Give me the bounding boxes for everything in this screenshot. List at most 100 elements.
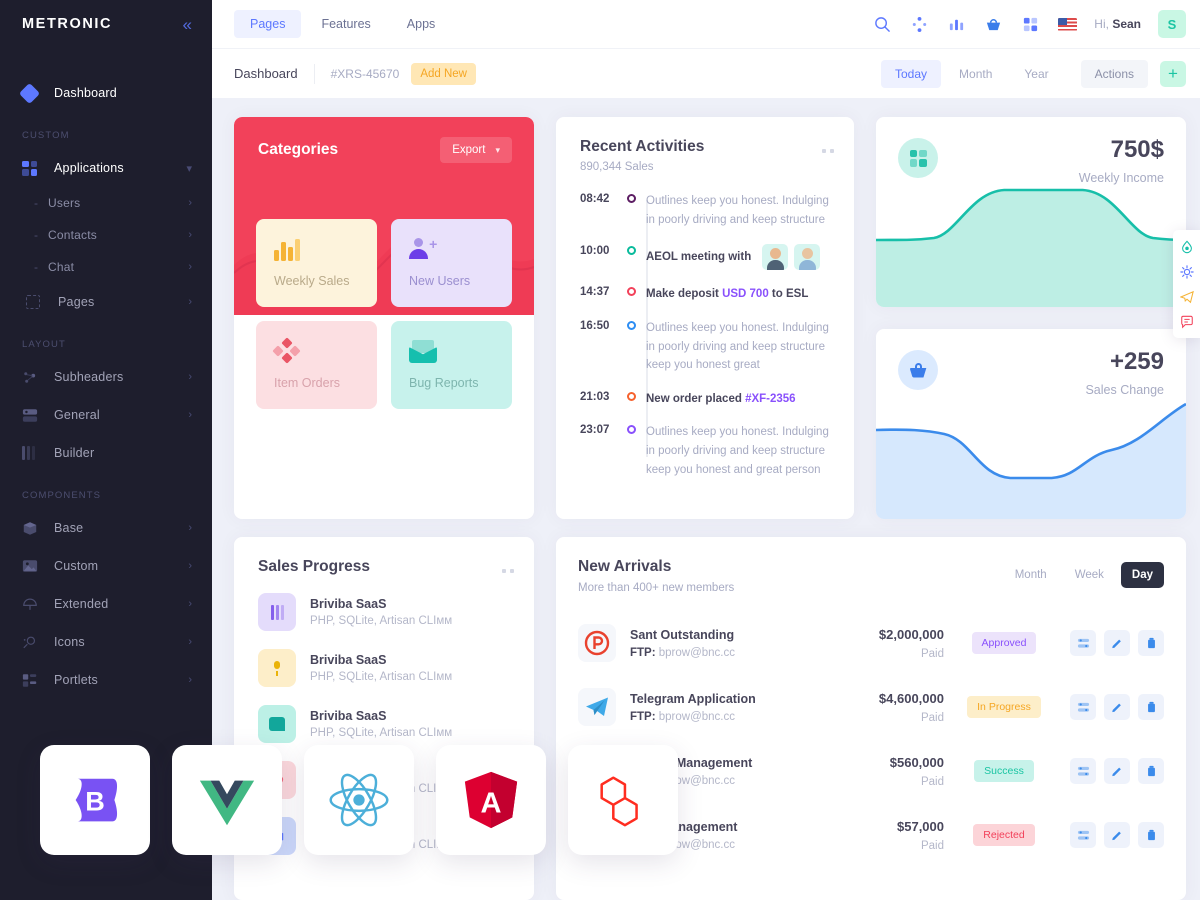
new-arrivals-title: New Arrivals [578, 558, 672, 575]
timeline-time: 16:50 [580, 319, 610, 332]
list-item[interactable]: Briviba SaaS PHP, SQLite, Artisan CLIмм [258, 649, 514, 687]
edit-icon[interactable] [1104, 630, 1130, 656]
status-badge: In Progress [967, 696, 1041, 718]
range-today[interactable]: Today [881, 59, 942, 88]
chevron-right-icon: › [188, 261, 192, 273]
range-day[interactable]: Day [1120, 562, 1164, 588]
sidebar-item-contacts[interactable]: - Contacts › [0, 219, 212, 251]
tile-bug-reports[interactable]: Bug Reports [391, 321, 512, 409]
bar-chart-icon[interactable] [946, 14, 966, 34]
range-month[interactable]: Month [1004, 562, 1058, 588]
dots-icon[interactable] [502, 569, 514, 576]
timeline-text: Outlines keep you honest. Indulging in p… [646, 195, 829, 226]
bootstrap-logo[interactable]: B [40, 745, 150, 855]
row-amount: $2,000,000 Paid [826, 627, 944, 660]
sidebar-item-dashboard[interactable]: Dashboard [0, 74, 212, 112]
range-month[interactable]: Month [945, 60, 1006, 88]
export-button[interactable]: Export ▾ [440, 137, 512, 163]
sidebar-item-general[interactable]: General › [0, 396, 212, 434]
droplet-icon[interactable] [1173, 234, 1200, 259]
amount-value: $57,000 [897, 818, 944, 834]
range-year[interactable]: Year [1010, 60, 1062, 88]
row-amount: $560,000 Paid [826, 755, 944, 788]
plus-icon[interactable]: + [1160, 60, 1186, 87]
user-name: Sean [1112, 17, 1141, 31]
dots-icon[interactable] [822, 149, 834, 173]
avatar-male [762, 244, 789, 271]
sidebar-item-builder[interactable]: Builder [0, 434, 212, 472]
tile-new-users[interactable]: + New Users [391, 219, 512, 307]
sales-change-card: +259 Sales Change [876, 329, 1186, 519]
laravel-logo[interactable] [568, 745, 678, 855]
tile-label: Bug Reports [409, 376, 479, 390]
sidebar-collapse-icon[interactable]: « [183, 16, 192, 33]
timeline-avatars [762, 244, 821, 271]
timeline-text: Make deposit USD 700 to ESL [646, 285, 834, 304]
edit-icon[interactable] [1104, 758, 1130, 784]
timeline-link[interactable]: USD 700 [722, 288, 769, 300]
categories-tiles: Weekly Sales + New Users Item Orders Bug… [234, 219, 534, 409]
list-item[interactable]: Briviba SaaS PHP, SQLite, Artisan CLIмм [258, 593, 514, 631]
edit-icon[interactable] [1104, 694, 1130, 720]
settings-icon[interactable] [1070, 822, 1096, 848]
settings-icon[interactable] [1070, 694, 1096, 720]
react-logo[interactable] [304, 745, 414, 855]
sidebar-item-icons[interactable]: Icons › [0, 623, 212, 661]
delete-icon[interactable] [1138, 758, 1164, 784]
actions-button[interactable]: Actions [1080, 59, 1148, 88]
new-arrivals-range-tabs: Month Week Day [1004, 558, 1164, 588]
tab-features[interactable]: Features [305, 10, 386, 38]
sidebar-menu: Dashboard CUSTOM Applications ▾ - Users … [0, 48, 212, 699]
tile-item-orders[interactable]: Item Orders [256, 321, 377, 409]
range-week[interactable]: Week [1064, 562, 1115, 588]
sidebar-item-applications[interactable]: Applications ▾ [0, 149, 212, 187]
us-flag-icon[interactable] [1057, 14, 1077, 34]
add-new-button[interactable]: Add New [411, 62, 476, 85]
settings-icon[interactable] [1070, 758, 1096, 784]
sidebar-item-users[interactable]: - Users › [0, 187, 212, 219]
timeline-link[interactable]: #XF-2356 [745, 393, 796, 405]
settings-icon[interactable] [1070, 630, 1096, 656]
sidebar-item-label: General [54, 408, 100, 422]
chevron-right-icon: › [188, 560, 192, 572]
send-icon[interactable] [1173, 284, 1200, 309]
scatter-icon[interactable] [909, 14, 929, 34]
tile-weekly-sales[interactable]: Weekly Sales [256, 219, 377, 307]
tile-label: Item Orders [274, 376, 340, 390]
chevron-right-icon: › [188, 229, 192, 241]
chat-icon[interactable] [1173, 309, 1200, 334]
gear-icon[interactable] [1173, 259, 1200, 284]
sidebar-item-label: Pages [58, 295, 95, 309]
search-icon[interactable] [872, 14, 892, 34]
sidebar-item-chat[interactable]: - Chat › [0, 251, 212, 283]
delete-icon[interactable] [1138, 630, 1164, 656]
paid-label: Paid [920, 647, 944, 660]
chevron-right-icon: › [188, 522, 192, 534]
sidebar-item-pages[interactable]: Pages › [0, 283, 212, 321]
sidebar-item-extended[interactable]: Extended › [0, 585, 212, 623]
table-row[interactable]: Telegram Application FTP: bprow@bnc.cc $… [578, 675, 1164, 739]
timeline-item: 16:50 Outlines keep you honest. Indulgin… [580, 319, 834, 375]
sidebar-item-portlets[interactable]: Portlets › [0, 661, 212, 699]
grid-icon[interactable] [1020, 14, 1040, 34]
table-row[interactable]: Sant Outstanding FTP: bprow@bnc.cc $2,00… [578, 611, 1164, 675]
delete-icon[interactable] [1138, 694, 1164, 720]
tab-pages[interactable]: Pages [234, 10, 302, 38]
avatar[interactable]: S [1158, 10, 1186, 38]
basket-icon[interactable] [983, 14, 1003, 34]
row-info: Telegram Application FTP: bprow@bnc.cc [630, 692, 826, 723]
list-item[interactable]: Briviba SaaS PHP, SQLite, Artisan CLIмм [258, 705, 514, 743]
edit-icon[interactable] [1104, 822, 1130, 848]
sidebar-item-label: Subheaders [54, 370, 124, 384]
sidebar-item-subheaders[interactable]: Subheaders › [0, 358, 212, 396]
sidebar-item-custom[interactable]: Custom › [0, 547, 212, 585]
bar-chart-icon [274, 235, 377, 261]
delete-icon[interactable] [1138, 822, 1164, 848]
angular-logo[interactable]: A [436, 745, 546, 855]
vue-logo[interactable] [172, 745, 282, 855]
chevron-right-icon: › [188, 674, 192, 686]
tab-apps[interactable]: Apps [391, 10, 452, 38]
paid-label: Paid [920, 711, 944, 724]
sidebar-item-base[interactable]: Base › [0, 509, 212, 547]
item-desc: PHP, SQLite, Artisan CLIмм [310, 671, 453, 683]
